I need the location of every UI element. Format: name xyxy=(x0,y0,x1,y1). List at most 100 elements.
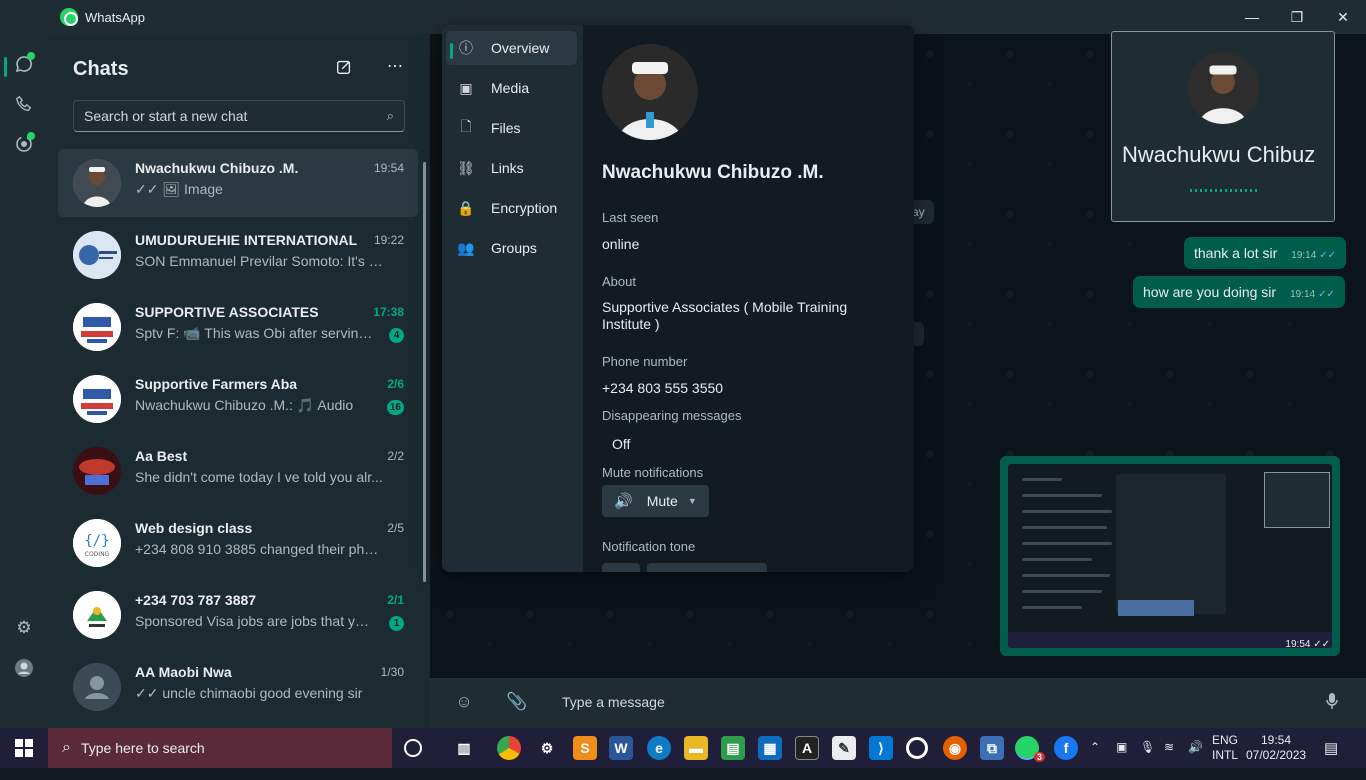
more-icon[interactable]: ⋯ xyxy=(383,56,407,76)
adobe-icon[interactable]: A xyxy=(795,736,819,760)
chat-preview: +234 808 910 3885 changed their phon... xyxy=(135,541,385,557)
chat-row[interactable]: Supportive Farmers Aba 2/6 Nwachukwu Chi… xyxy=(58,365,418,433)
firefox-icon[interactable]: ◉ xyxy=(943,736,967,760)
maximize-button[interactable]: ❐ xyxy=(1274,0,1320,34)
chat-row[interactable]: UMUDURUEHIE INTERNATIONAL 19:22 SON Emma… xyxy=(58,221,418,289)
task-view-icon[interactable]: ▥ xyxy=(452,736,476,760)
paperclip-icon[interactable]: 📎 xyxy=(506,692,527,712)
whatsapp-window: WhatsApp — ❐ ✕ ⚙ Chats ⋯ Search or start… xyxy=(0,0,1366,728)
wifi-icon[interactable]: ≋ xyxy=(1164,740,1174,780)
phone-icon[interactable] xyxy=(12,92,36,116)
facebook-icon[interactable]: f xyxy=(1054,736,1078,760)
image-message[interactable]: 19:54 ✓✓ xyxy=(1000,456,1340,656)
file-explorer-icon[interactable]: ▬ xyxy=(684,736,708,760)
avatar-icon[interactable] xyxy=(12,656,36,680)
compose-icon[interactable] xyxy=(332,58,356,78)
chat-row[interactable]: Aa Best 2/2 She didn't come today I ve t… xyxy=(58,437,418,505)
chat-list-panel: Chats ⋯ Search or start a new chat ⌕ Nwa… xyxy=(48,34,430,728)
chevron-down-icon: ▼ xyxy=(687,496,697,506)
thumb-line xyxy=(1022,590,1102,593)
tone-select[interactable] xyxy=(647,563,767,572)
sublime-icon[interactable]: S xyxy=(573,736,597,760)
about-label: About xyxy=(602,274,636,289)
store-icon[interactable]: ▦ xyxy=(758,736,782,760)
svg-text:{/}: {/} xyxy=(84,533,109,549)
last-seen-label: Last seen xyxy=(602,210,659,225)
thumb-panel xyxy=(1116,474,1226,614)
status-icon[interactable] xyxy=(12,132,36,156)
chat-name: Nwachukwu Chibuzo .M. xyxy=(135,160,299,176)
close-button[interactable]: ✕ xyxy=(1320,0,1366,34)
read-ticks-icon: ✓✓ xyxy=(1313,639,1330,650)
chat-row[interactable]: +234 703 787 3887 2/1 Sponsored Visa job… xyxy=(58,581,418,649)
taskbar-search[interactable]: ⌕ Type here to search xyxy=(48,728,392,768)
contact-avatar[interactable] xyxy=(602,44,698,140)
clock[interactable]: 19:54 07/02/2023 xyxy=(1246,733,1306,773)
thumb-call xyxy=(1264,472,1330,528)
mic-icon[interactable] xyxy=(1322,692,1342,712)
tab-overview[interactable]: ⓘ Overview xyxy=(446,31,577,65)
groups-icon: 👥 xyxy=(457,239,475,256)
tab-media[interactable]: ▣ Media xyxy=(446,71,577,105)
phone-value[interactable]: +234 803 555 3550 xyxy=(602,380,892,397)
vscode-icon[interactable]: ⟩ xyxy=(869,736,893,760)
chat-icon[interactable] xyxy=(12,52,36,76)
notepad-icon[interactable]: ✎ xyxy=(832,736,856,760)
chat-row[interactable]: SUPPORTIVE ASSOCIATES 17:38 Sptv F: 📹 Th… xyxy=(58,293,418,361)
chat-row[interactable]: AA Maobi Nwa 1/30 ✓✓ uncle chimaobi good… xyxy=(58,653,418,721)
tab-files[interactable]: 🗋 Files xyxy=(446,111,577,145)
whatsapp-taskbar-icon[interactable]: 3 xyxy=(1015,736,1045,762)
tab-groups[interactable]: 👥 Groups xyxy=(446,231,577,265)
emoji-icon[interactable]: ☺ xyxy=(454,692,474,712)
thumb-line xyxy=(1022,478,1062,481)
chat-row[interactable]: Nwachukwu Chibuzo .M. 19:54 ✓✓ 🖼 Image xyxy=(58,149,418,217)
settings-icon[interactable]: ⚙ xyxy=(535,736,559,760)
about-value: Supportive Associates ( Mobile Training … xyxy=(602,299,848,332)
media-icon: ▣ xyxy=(459,79,473,96)
obs-icon[interactable] xyxy=(906,737,928,759)
chats-heading: Chats xyxy=(73,58,129,80)
speaker-icon: 🔊 xyxy=(614,493,633,510)
mic-tray-icon[interactable]: 🎙 xyxy=(1140,740,1155,780)
avatar: {/} CODING xyxy=(73,519,121,567)
disappearing-value[interactable]: Off xyxy=(612,436,902,453)
tab-links[interactable]: ⛓ Links xyxy=(446,151,577,185)
chat-list-scrollbar[interactable] xyxy=(423,162,426,582)
windows-taskbar: ⌕ Type here to search ▥ ⚙ S W e ▬ ▤ ▦ A … xyxy=(0,728,1366,768)
gear-icon[interactable]: ⚙ xyxy=(12,616,36,640)
chat-preview: ✓✓ 🖼 Image xyxy=(135,181,223,197)
unread-dot xyxy=(27,52,35,60)
cortana-icon[interactable] xyxy=(404,739,422,757)
chat-preview: ✓✓ uncle chimaobi good evening sir xyxy=(135,685,363,701)
notifications-icon[interactable]: ▤ xyxy=(1324,739,1338,779)
message-input[interactable]: Type a message xyxy=(562,694,665,710)
chrome-icon[interactable] xyxy=(497,736,521,760)
word-icon[interactable]: W xyxy=(609,736,633,760)
volume-icon[interactable]: 🔊 xyxy=(1188,740,1203,780)
chat-row[interactable]: {/} CODING Web design class 2/5 +234 808 … xyxy=(58,509,418,577)
call-window[interactable]: Nwachukwu Chibuz xyxy=(1111,31,1335,222)
start-button[interactable] xyxy=(0,728,48,768)
search-placeholder: Search or start a new chat xyxy=(84,108,248,124)
tray-chevron-icon[interactable]: ⌃ xyxy=(1090,740,1100,780)
chat-time: 2/1 xyxy=(387,593,404,607)
tone-play-button[interactable] xyxy=(602,563,640,572)
avatar xyxy=(73,159,121,207)
last-seen-value: online xyxy=(602,236,640,252)
python-icon[interactable]: ⧉ xyxy=(980,736,1004,760)
meet-icon[interactable]: ▣ xyxy=(1116,740,1127,780)
read-ticks-icon: ✓✓ xyxy=(1318,289,1335,300)
tab-encryption[interactable]: 🔒 Encryption xyxy=(446,191,577,225)
left-rail: ⚙ xyxy=(0,34,48,728)
unread-badge: 16 xyxy=(386,400,404,415)
language-indicator[interactable]: ENG INTL xyxy=(1212,733,1238,773)
minimize-button[interactable]: — xyxy=(1229,0,1275,34)
svg-text:CODING: CODING xyxy=(85,551,110,558)
sheets-icon[interactable]: ▤ xyxy=(721,736,745,760)
avatar xyxy=(73,591,121,639)
edge-icon[interactable]: e xyxy=(647,736,671,760)
contact-overview: Nwachukwu Chibuzo .M. Last seen online A… xyxy=(583,25,914,572)
mute-button[interactable]: 🔊 Mute ▼ xyxy=(602,485,709,517)
unread-badge: 4 xyxy=(389,328,404,343)
search-input[interactable]: Search or start a new chat ⌕ xyxy=(73,100,405,132)
